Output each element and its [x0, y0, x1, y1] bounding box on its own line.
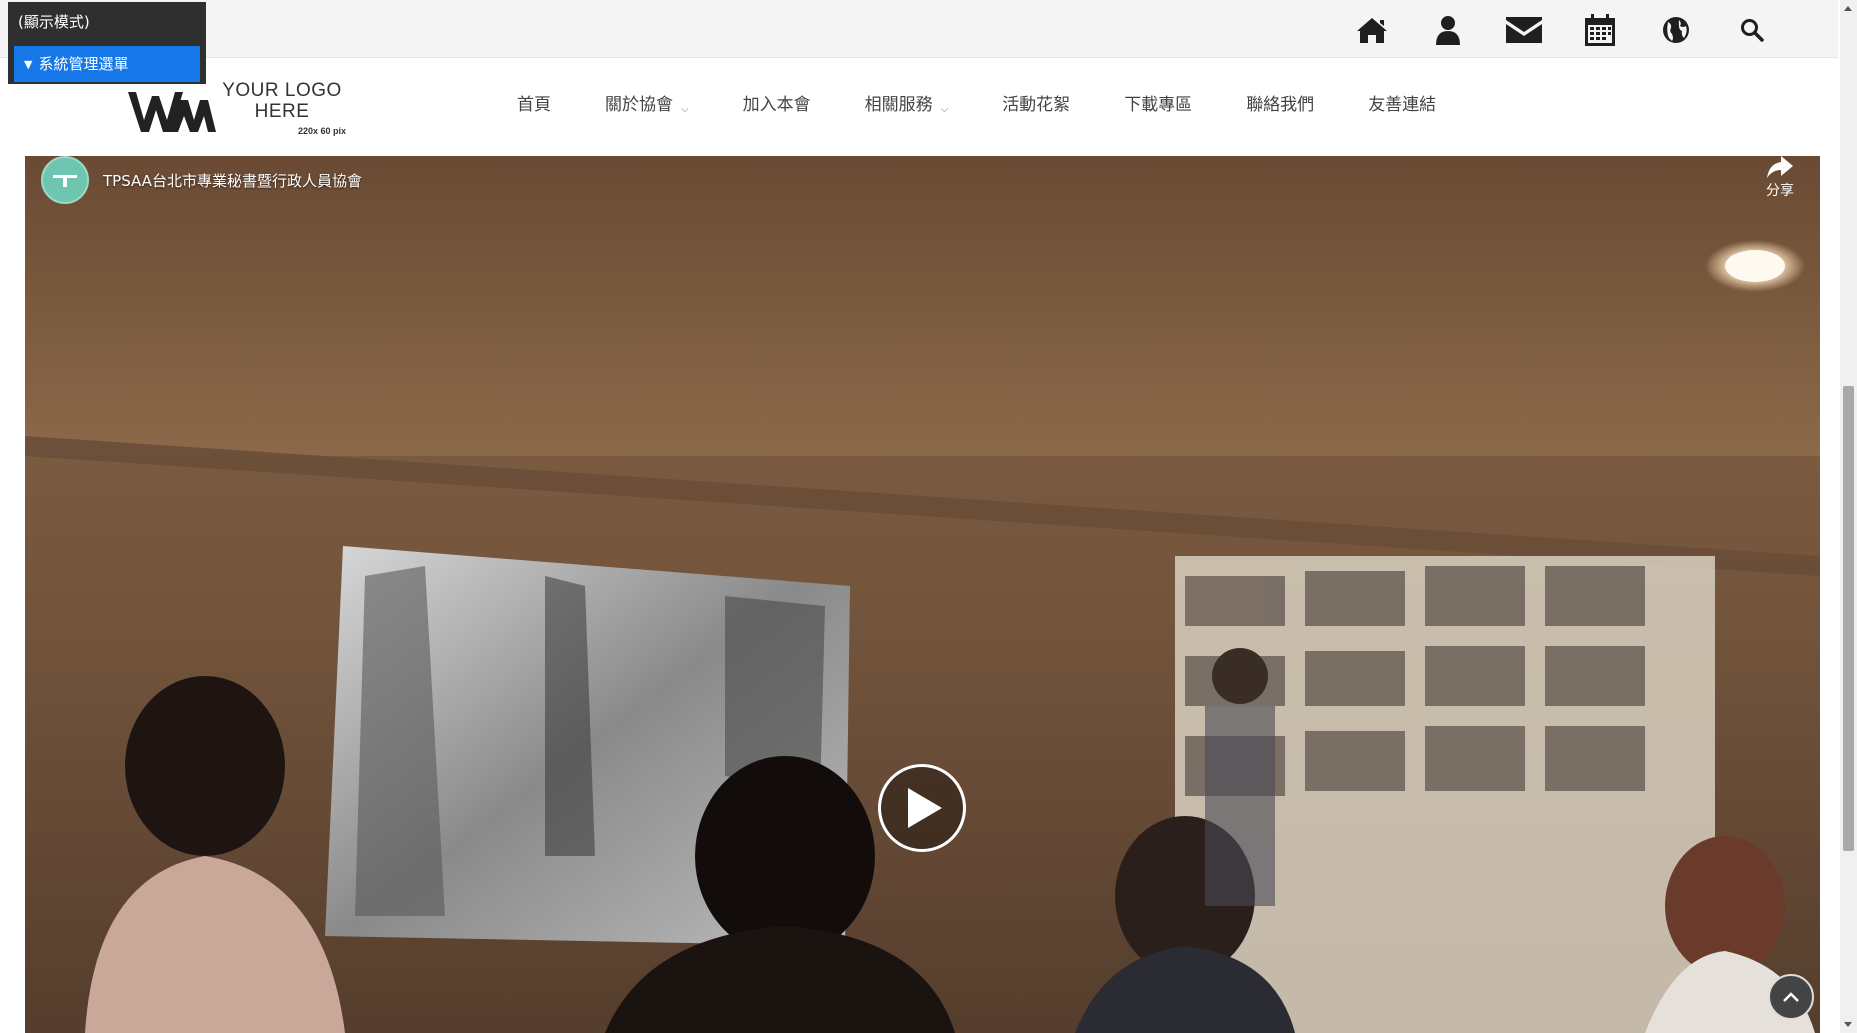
display-mode-label[interactable]: (顯示模式)	[14, 8, 200, 36]
nav-item-label: 相關服務	[864, 95, 933, 115]
logo-size-note: 220x 60 pix	[298, 126, 347, 136]
share-button[interactable]: 分享	[1760, 156, 1800, 200]
embedded-video[interactable]: TPSAA台北市專業秘書暨行政人員協會 分享	[25, 156, 1820, 1033]
nav-item-label: 首頁	[517, 95, 551, 115]
nav-item-label: 加入本會	[742, 95, 811, 115]
logo-mark-icon	[128, 92, 216, 132]
nav-item-label: 關於協會	[605, 95, 673, 115]
logo-line-1: YOUR LOGO	[222, 80, 342, 101]
nav-item-join[interactable]: 加入本會	[743, 90, 811, 115]
video-thumbnail	[25, 156, 1820, 1033]
chevron-down-icon: ⌵	[940, 104, 949, 115]
nav-item-activities[interactable]: 活動花絮	[1002, 90, 1070, 115]
back-to-top-button[interactable]	[1768, 974, 1814, 1020]
calendar-icon[interactable]	[1572, 10, 1628, 50]
share-label: 分享	[1766, 183, 1794, 199]
channel-avatar[interactable]	[41, 156, 89, 204]
nav-item-about[interactable]: 關於協會 ⌵	[605, 90, 689, 115]
chevron-up-icon	[1783, 992, 1799, 1002]
scroll-up-arrow-icon[interactable]	[1844, 6, 1852, 11]
nav-item-home[interactable]: 首頁	[517, 90, 551, 115]
nav-item-label: 下載專區	[1124, 95, 1193, 115]
system-admin-menu[interactable]: ▼ 系統管理選單	[14, 46, 200, 82]
mail-icon[interactable]	[1496, 10, 1552, 50]
site-header: YOUR LOGO HERE 220x 60 pix 首頁 關於協會 ⌵ 加入本會…	[0, 58, 1838, 156]
video-title-bar: TPSAA台北市專業秘書暨行政人員協會	[41, 156, 362, 204]
logo-text: YOUR LOGO HERE	[222, 80, 342, 122]
channel-logo-icon	[53, 175, 77, 187]
search-icon[interactable]	[1724, 10, 1780, 50]
main-nav: 首頁 關於協會 ⌵ 加入本會 相關服務 ⌵ 活動花絮 下載專區 聯絡我們 友善連結	[490, 90, 1463, 115]
page-scrollbar[interactable]	[1840, 0, 1857, 1033]
logo-line-2: HERE	[254, 101, 310, 122]
play-button[interactable]	[878, 764, 966, 852]
nav-item-contact[interactable]: 聯絡我們	[1246, 90, 1314, 115]
top-utility-bar	[0, 0, 1838, 58]
home-icon[interactable]	[1344, 10, 1400, 50]
nav-item-downloads[interactable]: 下載專區	[1124, 90, 1192, 115]
nav-item-label: 聯絡我們	[1246, 95, 1315, 115]
site-logo[interactable]: YOUR LOGO HERE 220x 60 pix	[126, 80, 376, 150]
nav-item-label: 友善連結	[1368, 95, 1437, 115]
nav-item-label: 活動花絮	[1002, 95, 1071, 115]
chevron-down-icon: ⌵	[681, 104, 689, 115]
utility-icons	[1324, 10, 1780, 50]
nav-item-links[interactable]: 友善連結	[1368, 90, 1436, 115]
user-icon[interactable]	[1420, 10, 1476, 50]
scroll-down-arrow-icon[interactable]	[1844, 1022, 1852, 1027]
share-icon	[1767, 156, 1793, 178]
scrollbar-thumb[interactable]	[1843, 386, 1854, 851]
play-icon	[908, 788, 942, 828]
channel-name[interactable]: TPSAA台北市專業秘書暨行政人員協會	[103, 170, 362, 191]
triangle-down-icon: ▼	[24, 58, 33, 71]
system-admin-menu-label: 系統管理選單	[38, 55, 129, 73]
admin-panel: (顯示模式) ▼ 系統管理選單	[8, 2, 206, 84]
nav-item-services[interactable]: 相關服務 ⌵	[865, 90, 949, 115]
globe-icon[interactable]	[1648, 10, 1704, 50]
